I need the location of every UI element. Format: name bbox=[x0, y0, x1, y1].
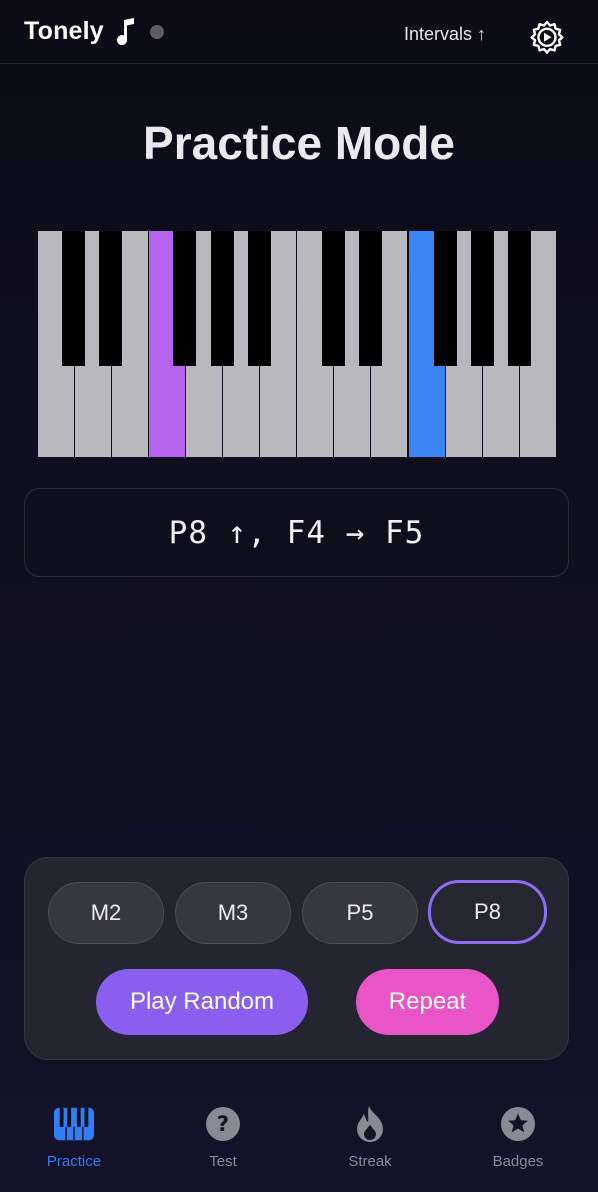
bottom-tab-bar: Practice ? Test Streak Badges bbox=[0, 1096, 598, 1192]
gear-icon[interactable] bbox=[528, 19, 566, 57]
interval-direction-label: Intervals ↑ bbox=[404, 24, 487, 44]
repeat-label: Repeat bbox=[388, 988, 467, 1015]
repeat-button[interactable]: Repeat bbox=[356, 969, 499, 1035]
piano-key-cs5[interactable] bbox=[322, 231, 345, 366]
tab-test[interactable]: ? Test bbox=[173, 1104, 273, 1176]
flame-icon bbox=[350, 1104, 390, 1144]
tab-practice[interactable]: Practice bbox=[24, 1104, 124, 1176]
piano-icon bbox=[54, 1104, 94, 1144]
controls-panel: M2 M3 P5 P8 Play Random Repeat bbox=[24, 857, 569, 1060]
interval-readout-text: P8 ↑, F4 → F5 bbox=[168, 514, 425, 551]
piano-key-ds4[interactable] bbox=[99, 231, 122, 366]
interval-chip-label: P5 bbox=[346, 900, 374, 925]
app-title: Tonely bbox=[24, 17, 104, 45]
interval-chip-label: M2 bbox=[90, 900, 122, 925]
practice-screen: Tonely Intervals ↑ Practice Mode P8 ↑, F… bbox=[0, 0, 598, 1192]
star-badge-icon bbox=[498, 1104, 538, 1144]
interval-readout: P8 ↑, F4 → F5 bbox=[24, 488, 569, 577]
interval-direction-button[interactable]: Intervals ↑ bbox=[404, 24, 486, 45]
tab-streak[interactable]: Streak bbox=[320, 1104, 420, 1176]
tab-label: Streak bbox=[348, 1153, 392, 1170]
status-dot bbox=[149, 24, 164, 39]
tab-badges[interactable]: Badges bbox=[468, 1104, 568, 1176]
interval-chip-p8[interactable]: P8 bbox=[428, 880, 547, 944]
interval-chip-label: M3 bbox=[217, 900, 249, 925]
piano-key-fs4[interactable] bbox=[173, 231, 196, 366]
svg-text:?: ? bbox=[217, 1112, 229, 1136]
music-note-icon bbox=[116, 17, 136, 46]
piano-key-gs5[interactable] bbox=[471, 231, 494, 366]
piano-key-gs4[interactable] bbox=[211, 231, 234, 366]
interval-chip-m3[interactable]: M3 bbox=[175, 882, 291, 944]
play-random-button[interactable]: Play Random bbox=[96, 969, 308, 1035]
top-bar: Tonely bbox=[0, 0, 598, 64]
tab-label: Test bbox=[209, 1153, 237, 1170]
page-title: Practice Mode bbox=[143, 117, 455, 169]
piano-key-cs4[interactable] bbox=[62, 231, 85, 366]
tab-label: Practice bbox=[46, 1153, 102, 1170]
interval-chip-p5[interactable]: P5 bbox=[302, 882, 418, 944]
play-random-label: Play Random bbox=[129, 988, 275, 1015]
piano-keyboard bbox=[38, 231, 556, 457]
interval-chip-m2[interactable]: M2 bbox=[48, 882, 164, 944]
tab-label: Badges bbox=[492, 1153, 544, 1170]
piano-key-fs5[interactable] bbox=[434, 231, 457, 366]
question-icon: ? bbox=[203, 1104, 243, 1144]
interval-chip-label: P8 bbox=[474, 899, 501, 924]
piano-key-as5[interactable] bbox=[508, 231, 531, 366]
piano-key-ds5[interactable] bbox=[359, 231, 382, 366]
piano-key-as4[interactable] bbox=[248, 231, 271, 366]
